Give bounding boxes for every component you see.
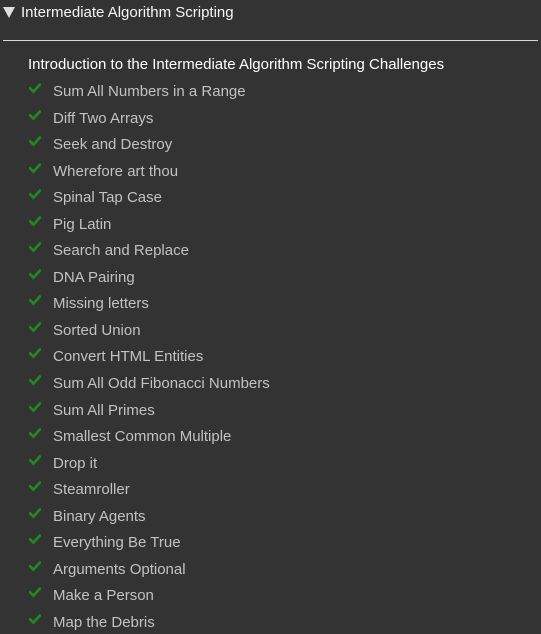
challenge-label[interactable]: DNA Pairing	[53, 269, 135, 287]
challenge-label[interactable]: Sum All Odd Fibonacci Numbers	[53, 375, 270, 393]
checkmark-icon	[29, 109, 41, 121]
challenge-label[interactable]: Sorted Union	[53, 322, 141, 340]
challenge-item[interactable]: Make a Person	[0, 583, 541, 610]
challenge-item[interactable]: Search and Replace	[0, 238, 541, 265]
challenge-item[interactable]: Sorted Union	[0, 318, 541, 345]
checkmark-icon	[29, 188, 41, 200]
challenge-label[interactable]: Arguments Optional	[53, 561, 186, 579]
challenge-label[interactable]: Convert HTML Entities	[53, 348, 203, 366]
challenge-item[interactable]: Wherefore art thou	[0, 159, 541, 186]
challenge-label[interactable]: Sum All Numbers in a Range	[53, 83, 246, 101]
challenge-item[interactable]: Sum All Primes	[0, 398, 541, 425]
challenge-label[interactable]: Make a Person	[53, 587, 154, 605]
challenge-item[interactable]: Map the Debris	[0, 610, 541, 634]
checkmark-icon	[29, 374, 41, 386]
checkmark-icon	[29, 268, 41, 280]
challenge-item[interactable]: Sum All Numbers in a Range	[0, 79, 541, 106]
challenge-item[interactable]: Steamroller	[0, 477, 541, 504]
section-header[interactable]: Intermediate Algorithm Scripting	[0, 0, 541, 26]
challenge-item[interactable]: Drop it	[0, 451, 541, 478]
challenge-label[interactable]: Diff Two Arrays	[53, 110, 153, 128]
challenge-item[interactable]: Seek and Destroy	[0, 132, 541, 159]
checkmark-icon	[29, 587, 41, 598]
checkmark-icon	[29, 454, 41, 466]
checkmark-icon	[29, 242, 41, 253]
challenge-item[interactable]: Pig Latin	[0, 212, 541, 239]
challenge-label[interactable]: Drop it	[53, 455, 97, 473]
challenge-item[interactable]: Binary Agents	[0, 504, 541, 531]
checkmark-icon	[29, 215, 41, 227]
curriculum-page: Intermediate Algorithm Scripting Introdu…	[0, 0, 541, 634]
challenge-item[interactable]: Missing letters	[0, 291, 541, 318]
challenge-label[interactable]: Steamroller	[53, 481, 130, 499]
caret-down-icon[interactable]	[3, 7, 15, 18]
challenge-label[interactable]: Seek and Destroy	[53, 136, 172, 154]
checkmark-icon	[29, 348, 41, 359]
checkmark-icon	[29, 427, 41, 439]
challenge-item[interactable]: Sum All Odd Fibonacci Numbers	[0, 371, 541, 398]
checkmark-icon	[29, 534, 41, 545]
challenge-item[interactable]: Smallest Common Multiple	[0, 424, 541, 451]
section-title[interactable]: Intermediate Algorithm Scripting	[21, 4, 234, 22]
challenge-list: Sum All Numbers in a Range Diff Two Array…	[0, 79, 541, 634]
checkmark-icon	[29, 401, 41, 413]
challenge-label[interactable]: Smallest Common Multiple	[53, 428, 231, 446]
challenge-label[interactable]: Pig Latin	[53, 216, 111, 234]
challenge-label[interactable]: Everything Be True	[53, 534, 181, 552]
checkmark-icon	[29, 135, 41, 147]
challenge-label[interactable]: Wherefore art thou	[53, 163, 178, 181]
checkmark-icon	[29, 480, 41, 492]
challenge-label[interactable]: Binary Agents	[53, 508, 146, 526]
challenge-label[interactable]: Search and Replace	[53, 242, 189, 260]
checkmark-icon	[29, 507, 41, 519]
challenge-label[interactable]: Map the Debris	[53, 614, 155, 632]
checkmark-icon	[29, 560, 41, 572]
challenge-item[interactable]: DNA Pairing	[0, 265, 541, 292]
challenge-item[interactable]: Diff Two Arrays	[0, 106, 541, 133]
intro-link[interactable]: Introduction to the Intermediate Algorit…	[28, 56, 444, 74]
checkmark-icon	[29, 162, 41, 174]
challenge-item[interactable]: Everything Be True	[0, 530, 541, 557]
challenge-label[interactable]: Missing letters	[53, 295, 149, 313]
checkmark-icon	[29, 613, 41, 625]
challenge-label[interactable]: Sum All Primes	[53, 402, 155, 420]
challenge-label[interactable]: Spinal Tap Case	[53, 189, 162, 207]
challenge-item[interactable]: Convert HTML Entities	[0, 344, 541, 371]
challenge-item[interactable]: Spinal Tap Case	[0, 185, 541, 212]
challenge-item[interactable]: Arguments Optional	[0, 557, 541, 584]
checkmark-icon	[29, 295, 41, 306]
checkmark-icon	[29, 82, 41, 94]
checkmark-icon	[29, 321, 41, 333]
divider	[3, 40, 538, 41]
